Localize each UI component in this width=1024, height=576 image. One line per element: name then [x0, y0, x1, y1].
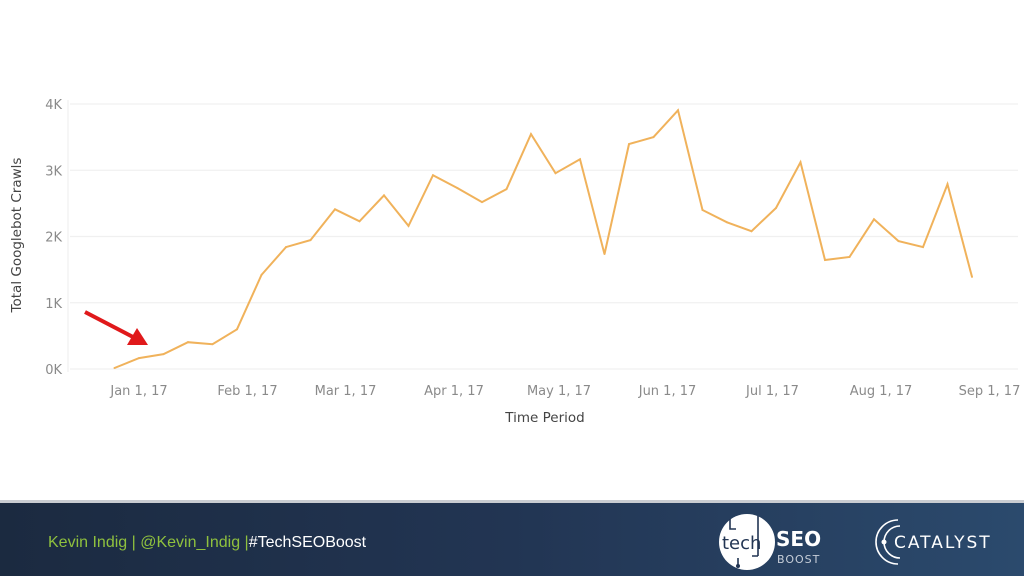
data-point [162, 353, 165, 356]
data-point [652, 136, 655, 139]
x-axis-ticks: Jan 1, 17 Feb 1, 17 Mar 1, 17 Apr 1, 17 May … [109, 384, 1020, 399]
data-point [456, 187, 459, 190]
data-point [799, 161, 802, 164]
data-point [285, 246, 287, 249]
catalyst-logo: CATALYST [875, 519, 992, 565]
x-tick-label: Apr 1, 17 [424, 384, 484, 399]
data-point [726, 221, 728, 224]
y-tick-label: 1K [45, 297, 62, 312]
y-tick-label: 4K [45, 98, 62, 113]
data-point [701, 209, 704, 211]
data-point [775, 207, 777, 210]
annotation-arrow [84, 310, 148, 345]
y-tick-label: 3K [45, 164, 62, 179]
data-point [309, 239, 312, 242]
data-point [113, 367, 116, 370]
catalyst-text: CATALYST [894, 533, 992, 553]
data-point [211, 343, 214, 346]
x-axis-title: Time Period [504, 410, 584, 426]
logo-seo-text: SEO [776, 527, 821, 551]
hashtag: #TechSEOBoost [248, 534, 367, 551]
x-tick-label: Jan 1, 17 [109, 384, 167, 399]
logo-tech-text: tech [722, 533, 761, 554]
data-point [358, 220, 361, 223]
data-point [334, 208, 336, 211]
data-point [554, 172, 557, 175]
x-tick-label: Sep 1, 17 [959, 384, 1021, 399]
data-point [750, 230, 753, 233]
logo-boost-text: BOOST [777, 553, 820, 566]
techseoboost-logo: tech SEO BOOST [719, 514, 821, 570]
data-point [505, 188, 508, 191]
data-point [628, 143, 630, 146]
data-point [407, 224, 410, 227]
series-line [114, 108, 973, 369]
x-tick-label: Aug 1, 17 [850, 384, 913, 399]
footer-credits: Kevin Indig | @Kevin_Indig |#TechSEOBoos… [48, 534, 366, 552]
data-point [530, 133, 532, 136]
gridlines [70, 103, 1018, 370]
x-tick-label: Jul 1, 17 [745, 384, 799, 399]
series-group [113, 108, 973, 370]
data-point [236, 328, 238, 331]
data-point [873, 218, 875, 221]
y-tick-label: 0K [45, 363, 62, 378]
y-axis-title: Total Googlebot Crawls [9, 158, 25, 314]
data-point [922, 246, 924, 249]
data-point [971, 275, 973, 278]
data-point [383, 194, 385, 197]
y-tick-label: 2K [45, 231, 62, 246]
data-point [579, 158, 581, 161]
twitter-handle: @Kevin_Indig [140, 534, 241, 551]
slide-footer: Kevin Indig | @Kevin_Indig |#TechSEOBoos… [0, 503, 1024, 576]
data-point [603, 253, 606, 256]
separator: | [131, 534, 136, 551]
data-point [432, 174, 434, 177]
x-tick-label: May 1, 17 [527, 384, 591, 399]
arrow-shaft [84, 310, 134, 339]
data-point [187, 341, 189, 344]
y-axis-ticks: 0K 1K 2K 3K 4K [45, 98, 62, 378]
data-point [848, 256, 851, 259]
data-point [824, 259, 826, 262]
googlebot-crawls-chart: 0K 1K 2K 3K 4K Jan 1, 17 Feb 1, 17 Mar 1, 17 Ap… [9, 98, 1020, 426]
data-point [677, 109, 679, 112]
data-point [897, 240, 900, 243]
x-tick-label: Jun 1, 17 [638, 384, 697, 399]
data-point [260, 273, 263, 276]
x-tick-label: Mar 1, 17 [315, 384, 377, 399]
data-point [138, 357, 140, 360]
author-name: Kevin Indig [48, 534, 128, 551]
data-point [481, 201, 483, 204]
x-tick-label: Feb 1, 17 [217, 384, 277, 399]
data-point [946, 183, 949, 186]
